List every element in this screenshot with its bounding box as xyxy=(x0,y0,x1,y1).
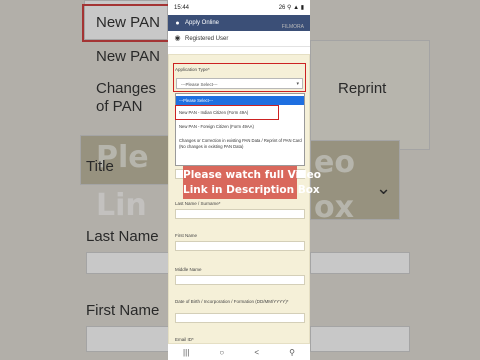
video-frame: New PAN New PAN Changes of PAN Ple Lin T… xyxy=(0,0,480,360)
back-icon[interactable]: < xyxy=(254,348,259,357)
menu-label: Apply Online xyxy=(185,20,220,26)
dob-input[interactable] xyxy=(175,313,305,323)
person-icon: ● xyxy=(175,19,180,27)
bg-text: Reprint xyxy=(338,80,387,97)
caption-line-2: Link in Description Box xyxy=(183,184,320,196)
bg-caption-fragment: Ple xyxy=(96,140,149,175)
highlight-box xyxy=(175,105,279,120)
status-time: 15:44 xyxy=(174,4,190,11)
dropdown-option[interactable]: New PAN - Foreign Citizen (Form 49AA) xyxy=(176,124,304,130)
bg-field xyxy=(80,135,168,185)
bg-field xyxy=(84,0,168,40)
bg-highlight-box xyxy=(82,4,168,42)
video-caption-banner: Please watch full Video Link in Descript… xyxy=(183,166,321,199)
watermark: FILMORA xyxy=(281,24,304,30)
middle-name-input[interactable] xyxy=(175,275,305,285)
dropdown-option[interactable]: Changes or Correction in existing PAN Da… xyxy=(176,138,302,149)
user-lock-icon: ◉ xyxy=(174,35,181,42)
home-icon[interactable]: ○ xyxy=(219,348,224,357)
last-name-input[interactable] xyxy=(175,209,305,219)
background-zoom-left: New PAN New PAN Changes of PAN Ple Lin T… xyxy=(0,0,168,360)
bg-text: New PAN xyxy=(96,14,160,31)
caption-line-1: Please watch full Video xyxy=(183,169,321,181)
first-name-input[interactable] xyxy=(175,241,305,251)
bg-caption-fragment: Lin xyxy=(96,188,147,223)
background-zoom-right: Reprint eo ox ⌄ xyxy=(310,0,480,360)
menu-registered-user[interactable]: ◉ Registered User xyxy=(168,31,310,47)
highlight-box xyxy=(173,63,306,92)
email-label: Email ID* xyxy=(175,337,194,342)
status-icons: 26 ⚲ ▲ ▮ xyxy=(278,5,304,11)
bg-text: of PAN xyxy=(96,98,143,115)
bg-text: New PAN xyxy=(96,48,160,65)
bg-field xyxy=(86,326,168,352)
bg-text: Changes xyxy=(96,80,157,97)
middle-name-label: Middle Name xyxy=(175,267,202,272)
bg-text: Title xyxy=(86,158,114,175)
bg-text: Last Name xyxy=(86,228,159,245)
bg-field xyxy=(310,40,430,150)
bg-field xyxy=(310,252,410,274)
recent-apps-icon[interactable]: ||| xyxy=(183,348,189,357)
application-type-dropdown: ---Please Select--- New PAN - Indian Cit… xyxy=(175,93,305,166)
first-name-label: First Name xyxy=(175,233,198,238)
last-name-label: Last Name / Surname* xyxy=(175,201,221,206)
android-nav-bar: ||| ○ < ⚲ xyxy=(168,344,310,360)
bg-field xyxy=(86,252,168,274)
bg-text: First Name xyxy=(86,302,160,319)
dropdown-option[interactable]: ---Please Select--- xyxy=(176,96,304,105)
status-bar: 15:44 26 ⚲ ▲ ▮ xyxy=(168,0,310,15)
dob-label: Date of Birth / Incorporation / Formatio… xyxy=(175,299,289,304)
menu-label: Registered User xyxy=(185,35,229,42)
chevron-down-icon: ⌄ xyxy=(376,178,392,198)
accessibility-icon[interactable]: ⚲ xyxy=(289,348,295,357)
bg-field xyxy=(310,326,410,352)
bg-field xyxy=(310,140,400,220)
